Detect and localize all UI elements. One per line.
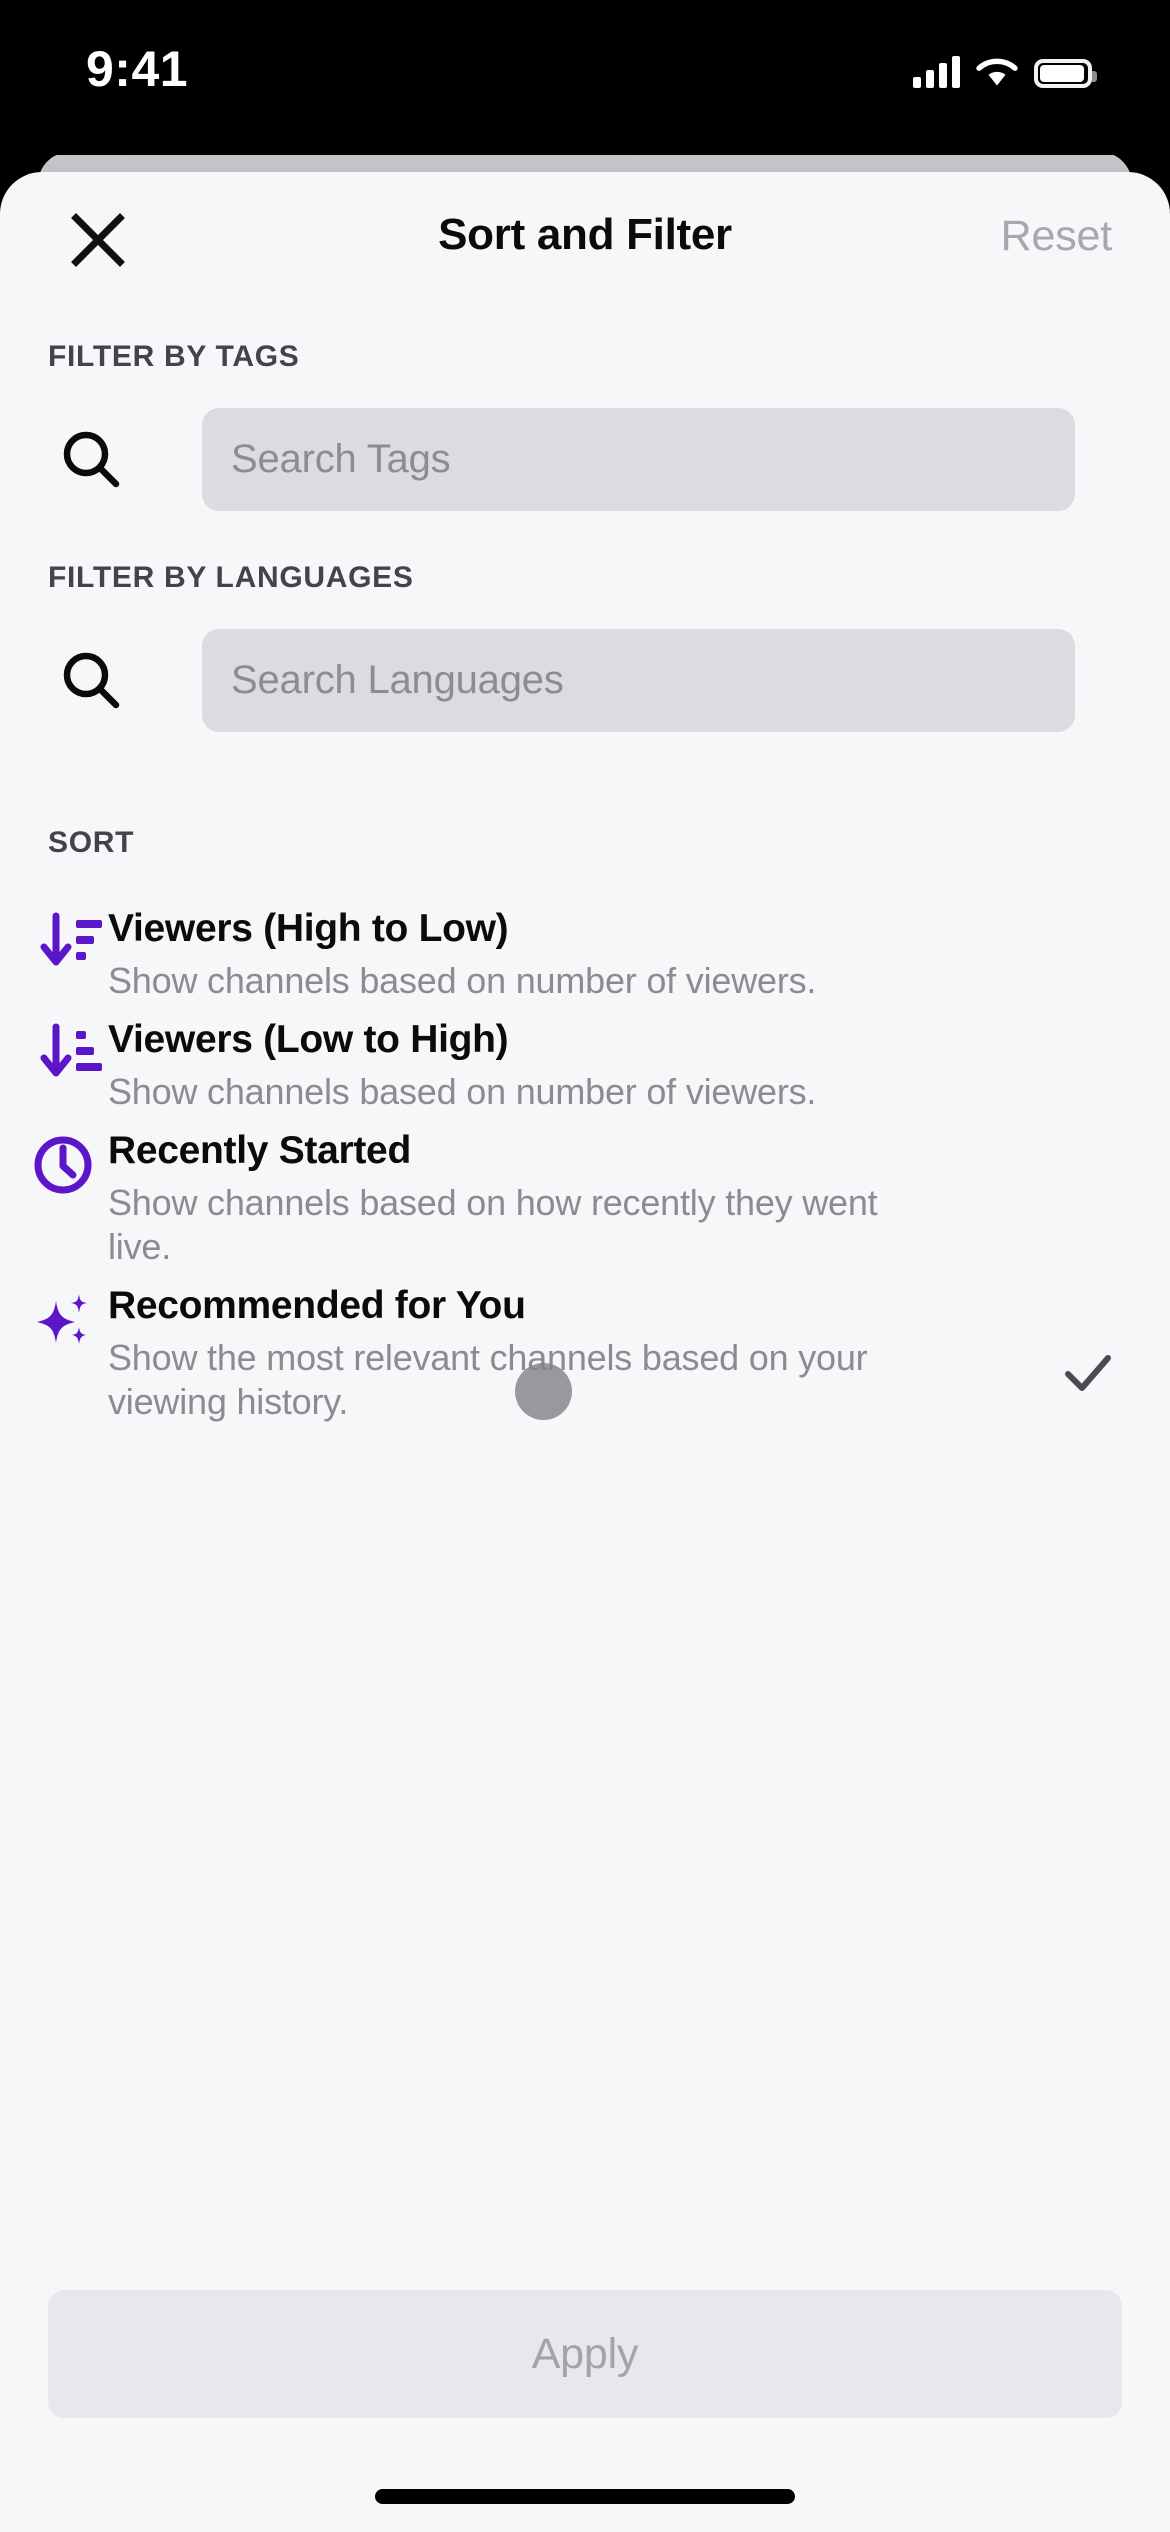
sort-option-viewers-high-to-low[interactable]: Viewers (High to Low) Show channels base… (0, 906, 1170, 1003)
search-icon (63, 431, 120, 488)
sort-option-description: Show channels based on number of viewers… (108, 960, 817, 1002)
wifi-icon (976, 58, 1018, 86)
status-bar: 9:41 (0, 0, 1170, 155)
sort-option-recently-started[interactable]: Recently Started Show channels based on … (0, 1128, 1170, 1269)
sort-option-title: Viewers (Low to High) (108, 1017, 509, 1061)
status-bar-indicators (913, 46, 1097, 88)
cellular-signal-icon (913, 56, 960, 88)
clock-icon-wrap (0, 1128, 108, 1196)
search-languages-input[interactable]: Search Languages (202, 628, 1075, 732)
reset-button[interactable]: Reset (1001, 212, 1113, 261)
sort-and-filter-sheet: Sort and Filter Reset FILTER BY TAGS Sea… (0, 172, 1170, 2532)
sort-ascending-icon (40, 1023, 102, 1077)
page-title: Sort and Filter (438, 210, 732, 259)
battery-icon (1034, 59, 1097, 88)
sort-options-list: Viewers (High to Low) Show channels base… (0, 906, 1170, 1424)
search-tags-placeholder: Search Tags (231, 436, 451, 481)
sort-option-description: Show the most relevant channels based on… (108, 1336, 868, 1422)
sort-option-title: Viewers (High to Low) (108, 907, 509, 950)
sort-descending-icon-wrap (0, 906, 108, 970)
phone-screen: 9:41 Sort and Filter Reset FILTER BY TAG… (0, 0, 1170, 2532)
sort-option-description: Show channels based on number of viewers… (108, 1070, 817, 1112)
touch-cursor (515, 1363, 572, 1420)
sort-option-title: Recommended for You (108, 1283, 526, 1327)
sparkles-icon (37, 1293, 87, 1344)
sort-option-text: Viewers (Low to High) Show channels base… (108, 1017, 1124, 1114)
sort-option-text: Viewers (High to Low) Show channels base… (108, 906, 1124, 1003)
languages-search-icon-wrap[interactable] (0, 628, 202, 732)
filter-by-languages-section: FILTER BY LANGUAGES Search Languages (0, 561, 1170, 732)
search-icon (63, 652, 120, 709)
sort-option-viewers-low-to-high[interactable]: Viewers (Low to High) Show channels base… (0, 1017, 1170, 1114)
apply-button[interactable]: Apply (48, 2290, 1122, 2418)
sort-option-recommended-for-you[interactable]: Recommended for You Show the most releva… (0, 1283, 1170, 1424)
sort-section: SORT Viewers (High to Low) Show channels… (0, 826, 1170, 1424)
search-tags-input[interactable]: Search Tags (202, 407, 1075, 511)
status-bar-time: 9:41 (86, 41, 189, 97)
tags-search-row: Search Tags (0, 407, 1170, 511)
sort-descending-icon (40, 912, 102, 966)
sort-option-text: Recommended for You Show the most releva… (108, 1283, 1124, 1424)
filter-by-tags-section: FILTER BY TAGS Search Tags (0, 340, 1170, 511)
clock-icon (34, 1136, 92, 1194)
sort-option-title: Recently Started (108, 1128, 411, 1172)
home-indicator (375, 2489, 795, 2504)
languages-search-row: Search Languages (0, 628, 1170, 732)
tags-search-icon-wrap[interactable] (0, 407, 202, 511)
sheet-header: Sort and Filter Reset (0, 172, 1170, 294)
sort-ascending-icon-wrap (0, 1017, 108, 1081)
sort-option-text: Recently Started Show channels based on … (108, 1128, 1124, 1269)
sort-option-description: Show channels based on how recently they… (108, 1181, 878, 1267)
sparkles-icon-wrap (0, 1283, 108, 1351)
filter-languages-label: FILTER BY LANGUAGES (48, 561, 414, 594)
apply-button-label: Apply (531, 2329, 639, 2378)
search-languages-placeholder: Search Languages (231, 657, 564, 702)
checkmark-icon (1065, 1354, 1111, 1391)
filter-tags-label: FILTER BY TAGS (48, 340, 300, 373)
sort-label: SORT (48, 826, 135, 859)
